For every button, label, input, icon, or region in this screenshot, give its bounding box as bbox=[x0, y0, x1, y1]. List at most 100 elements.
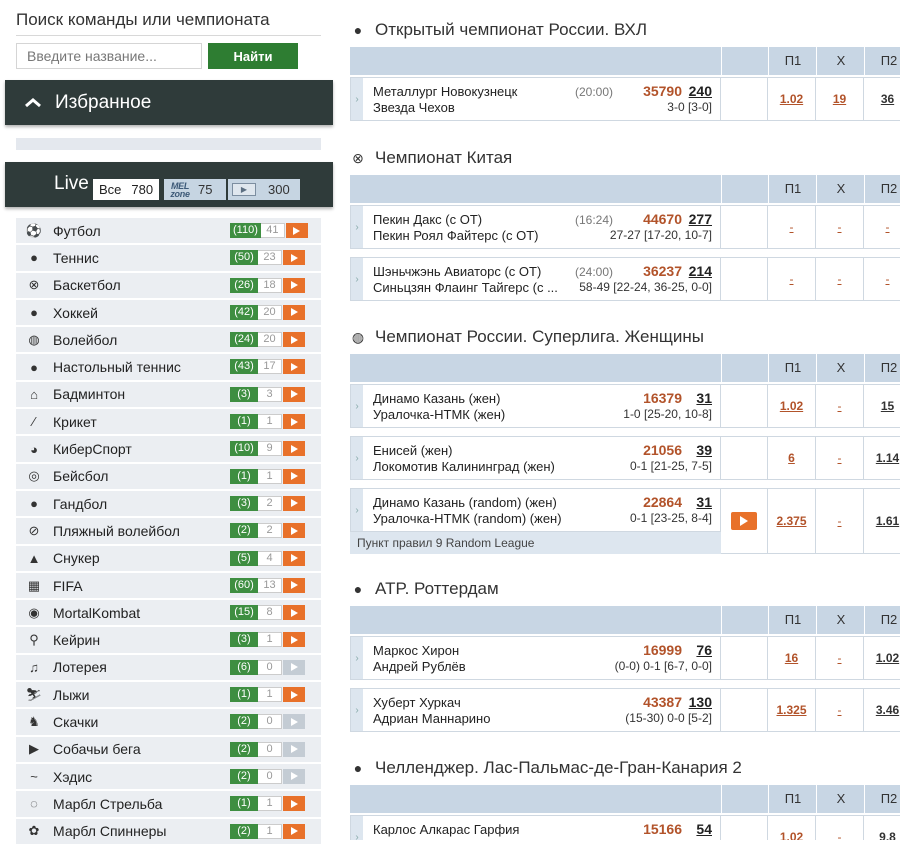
sidebar-sport-item[interactable]: ⊘ Пляжный волейбол (2) 2 bbox=[16, 518, 321, 544]
odd-cell-p1[interactable]: - bbox=[768, 257, 816, 301]
match-info[interactable]: › Карлос Алкарас Гарфия 15166 54 bbox=[350, 815, 721, 840]
odd-cell-p2[interactable]: 1.02 bbox=[864, 636, 900, 680]
odd-cell-p2[interactable]: - bbox=[864, 205, 900, 249]
sidebar-sport-item[interactable]: ◎ Бейсбол (1) 1 bbox=[16, 463, 321, 489]
odd-cell-p2[interactable]: 1.61 bbox=[864, 488, 900, 554]
odd-x[interactable]: - bbox=[838, 399, 842, 413]
bets-count-link[interactable]: 277 bbox=[689, 211, 712, 227]
play-icon[interactable] bbox=[283, 332, 305, 348]
odd-cell-p2[interactable]: 36 bbox=[864, 77, 900, 121]
bets-count-link[interactable]: 240 bbox=[689, 83, 712, 99]
odd-cell-p1[interactable]: 16 bbox=[768, 636, 816, 680]
favorites-header[interactable]: Избранное bbox=[5, 80, 333, 125]
bets-count-link[interactable]: 31 bbox=[696, 390, 712, 406]
sidebar-sport-item[interactable]: ● Теннис (50) 23 bbox=[16, 245, 321, 271]
match-info[interactable]: › Енисей (жен) Локомотив Калининград (жен)… bbox=[350, 436, 721, 480]
search-button[interactable]: Найти bbox=[208, 43, 298, 69]
odd-x[interactable]: - bbox=[838, 272, 842, 286]
sidebar-sport-item[interactable]: ▦ FIFA (60) 13 bbox=[16, 572, 321, 599]
expand-arrow-icon[interactable]: › bbox=[351, 206, 363, 248]
play-icon[interactable] bbox=[283, 605, 305, 621]
play-icon[interactable] bbox=[283, 550, 305, 566]
bets-count-link[interactable]: 76 bbox=[696, 642, 712, 658]
play-icon[interactable] bbox=[283, 823, 305, 839]
match-info[interactable]: › Хуберт Хуркач Адриан Маннарино 43387 130 (1… bbox=[350, 688, 721, 732]
play-icon[interactable] bbox=[283, 659, 305, 675]
odd-p1[interactable]: 1.325 bbox=[776, 703, 806, 717]
odd-x[interactable]: - bbox=[838, 220, 842, 234]
sidebar-sport-item[interactable]: ⚲ Кейрин (3) 1 bbox=[16, 627, 321, 653]
odd-p1[interactable]: 1.02 bbox=[780, 92, 803, 106]
odd-cell-x[interactable]: - bbox=[816, 488, 864, 554]
play-icon[interactable] bbox=[283, 577, 305, 593]
video-play-icon[interactable] bbox=[731, 512, 757, 530]
odd-p2[interactable]: 9.8 bbox=[879, 830, 896, 840]
odd-p1[interactable]: 2.375 bbox=[776, 514, 806, 528]
sidebar-sport-item[interactable]: ⁄ Крикет (1) 1 bbox=[16, 409, 321, 435]
sidebar-sport-item[interactable]: ~ Хэдис (2) 0 bbox=[16, 763, 321, 790]
odd-cell-x[interactable]: - bbox=[816, 688, 864, 732]
play-icon[interactable] bbox=[283, 714, 305, 730]
odd-p1[interactable]: 1.02 bbox=[780, 830, 803, 840]
sidebar-sport-item[interactable]: ▲ Снукер (5) 4 bbox=[16, 545, 321, 571]
bets-count-link[interactable]: 130 bbox=[689, 694, 712, 710]
match-info[interactable]: › Пекин Дакс (с ОТ) Пекин Роял Файтерс (с … bbox=[350, 205, 721, 249]
odd-x[interactable]: - bbox=[838, 651, 842, 665]
odd-p2[interactable]: 3.46 bbox=[876, 703, 899, 717]
play-icon[interactable] bbox=[283, 277, 305, 293]
sidebar-sport-item[interactable]: ✿ Марбл Спиннеры (2) 1 bbox=[16, 818, 321, 844]
play-icon[interactable] bbox=[283, 632, 305, 648]
play-icon[interactable] bbox=[283, 304, 305, 320]
odd-p2[interactable]: 1.61 bbox=[876, 514, 899, 528]
expand-arrow-icon[interactable]: › bbox=[351, 689, 363, 731]
odd-cell-x[interactable]: - bbox=[816, 205, 864, 249]
odd-cell-p1[interactable]: 1.02 bbox=[768, 77, 816, 121]
odd-cell-x[interactable]: 19 bbox=[816, 77, 864, 121]
match-info[interactable]: › Динамо Казань (random) (жен) Уралочка-НТ… bbox=[350, 488, 721, 532]
odd-cell-p2[interactable]: - bbox=[864, 257, 900, 301]
odd-cell-p1[interactable]: 1.02 bbox=[768, 384, 816, 428]
sidebar-sport-item[interactable]: ▶ Собачьи бега (2) 0 bbox=[16, 736, 321, 762]
play-icon[interactable] bbox=[283, 250, 305, 266]
play-icon[interactable] bbox=[283, 523, 305, 539]
odd-cell-x[interactable]: - bbox=[816, 436, 864, 480]
odd-p2[interactable]: - bbox=[886, 220, 890, 234]
match-row[interactable]: › Шэньчжэнь Авиаторс (с ОТ) Синьцзян Флаин… bbox=[350, 257, 900, 301]
odd-x[interactable]: - bbox=[838, 451, 842, 465]
bets-count-link[interactable]: 39 bbox=[696, 442, 712, 458]
championship-title[interactable]: ⊗ Чемпионат Китая bbox=[350, 148, 512, 168]
sidebar-sport-item[interactable]: ◌ Марбл Стрельба (1) 1 bbox=[16, 791, 321, 817]
sidebar-sport-item[interactable]: ⌂ Бадминтон (3) 3 bbox=[16, 381, 321, 408]
odd-x[interactable]: - bbox=[838, 830, 842, 840]
odd-cell-p1[interactable]: 6 bbox=[768, 436, 816, 480]
sidebar-sport-item[interactable]: ◍ Волейбол (24) 20 bbox=[16, 327, 321, 353]
sidebar-sport-item[interactable]: ⊗ Баскетбол (26) 18 bbox=[16, 272, 321, 298]
odd-cell-x[interactable]: - bbox=[816, 636, 864, 680]
play-icon[interactable] bbox=[283, 768, 305, 784]
live-filter-all[interactable]: Все 780 bbox=[93, 179, 160, 200]
expand-arrow-icon[interactable]: › bbox=[351, 489, 363, 531]
play-icon[interactable] bbox=[283, 468, 305, 484]
odd-cell-x[interactable]: - bbox=[816, 257, 864, 301]
live-filter-video[interactable]: ▶ 300 bbox=[228, 179, 300, 200]
expand-arrow-icon[interactable]: › bbox=[351, 437, 363, 479]
championship-title[interactable]: ● ATP. Роттердам bbox=[350, 579, 499, 599]
match-row[interactable]: › Металлург Новокузнецк Звезда Чехов (20:00… bbox=[350, 77, 900, 121]
match-info[interactable]: › Маркос Хирон Андрей Рублёв 16999 76 (0-0) 0… bbox=[350, 636, 721, 680]
match-row[interactable]: › Карлос Алкарас Гарфия 15166 54 1.02 - 9.8 bbox=[350, 815, 900, 840]
match-info[interactable]: › Металлург Новокузнецк Звезда Чехов (20:00… bbox=[350, 77, 721, 121]
match-info[interactable]: › Шэньчжэнь Авиаторс (с ОТ) Синьцзян Флаин… bbox=[350, 257, 721, 301]
match-info[interactable]: › Динамо Казань (жен) Уралочка-НТМК (жен) 1… bbox=[350, 384, 721, 428]
bets-count-link[interactable]: 31 bbox=[696, 494, 712, 510]
odd-p2[interactable]: 1.14 bbox=[876, 451, 899, 465]
odd-cell-p1[interactable]: 1.02 bbox=[768, 815, 816, 840]
championship-title[interactable]: ● Челленджер. Лас-Пальмас-де-Гран-Канария… bbox=[350, 758, 742, 778]
bets-count-link[interactable]: 214 bbox=[689, 263, 712, 279]
odd-cell-p1[interactable]: 1.325 bbox=[768, 688, 816, 732]
play-icon[interactable] bbox=[283, 796, 305, 812]
odd-cell-p1[interactable]: - bbox=[768, 205, 816, 249]
expand-arrow-icon[interactable]: › bbox=[351, 816, 363, 840]
play-icon[interactable] bbox=[283, 414, 305, 430]
odd-p2[interactable]: 36 bbox=[881, 92, 894, 106]
match-row[interactable]: › Динамо Казань (жен) Уралочка-НТМК (жен) 1… bbox=[350, 384, 900, 428]
